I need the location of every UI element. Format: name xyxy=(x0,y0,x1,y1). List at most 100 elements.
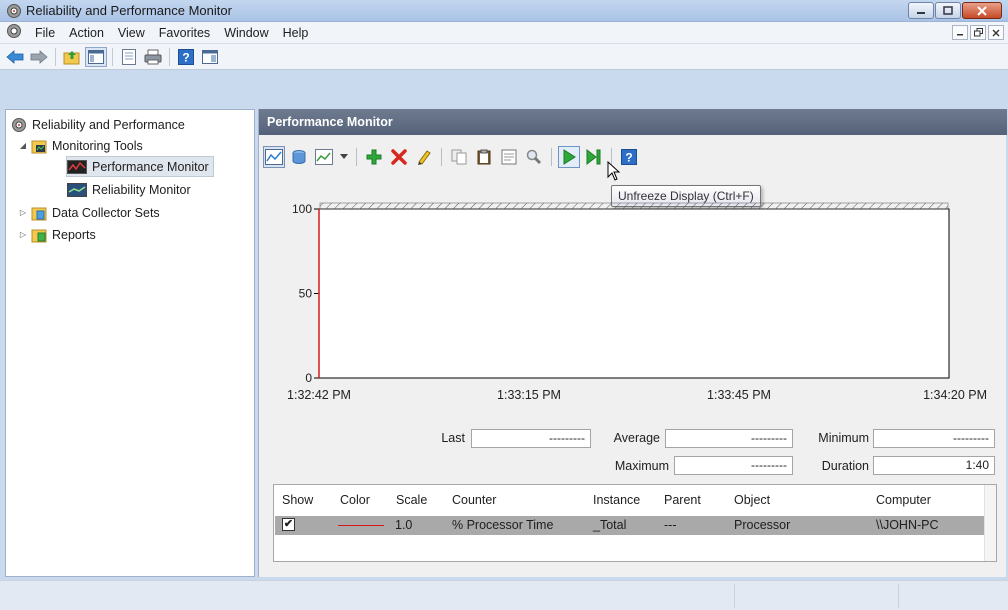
view-log-data-button[interactable] xyxy=(288,146,310,168)
minimize-button[interactable] xyxy=(908,2,934,19)
restore-icon xyxy=(973,28,983,37)
tree-item-reports[interactable]: ▷ Reports xyxy=(18,224,96,245)
window-titlebar: Reliability and Performance Monitor xyxy=(0,0,1008,22)
plus-icon xyxy=(366,149,382,165)
maximum-value: --------- xyxy=(674,456,793,475)
gear-monitor-icon xyxy=(6,3,22,22)
expand-arrow-icon[interactable]: ▷ xyxy=(18,230,28,239)
average-label: Average xyxy=(613,431,660,445)
toolbar-separator xyxy=(169,47,170,66)
chart-svg: 0 50 100 1:32:42 PM 1:33:15 PM 1:33:45 PM 1:34… xyxy=(287,202,987,402)
toolbar-separator xyxy=(55,47,56,66)
step-forward-icon xyxy=(586,149,601,165)
header-show[interactable]: Show xyxy=(282,493,313,507)
tree-item-label: Reliability Monitor xyxy=(92,182,191,197)
tree-item-performance-monitor[interactable]: Performance Monitor xyxy=(66,156,214,177)
minimum-label: Minimum xyxy=(818,431,869,445)
chevron-down-icon xyxy=(340,154,348,159)
up-one-level-button[interactable] xyxy=(61,47,83,67)
collapse-arrow-icon[interactable]: ◢ xyxy=(18,141,28,150)
tree-item-label: Reliability and Performance xyxy=(32,117,185,132)
maximize-button[interactable] xyxy=(935,2,961,19)
change-graph-type-button[interactable] xyxy=(313,146,335,168)
menu-view[interactable]: View xyxy=(111,22,152,44)
minimum-value: --------- xyxy=(873,429,995,448)
counter-legend-table: Show Color Scale Counter Instance Parent… xyxy=(273,484,997,562)
menu-help[interactable]: Help xyxy=(276,22,316,44)
back-arrow-icon xyxy=(6,49,24,64)
panel-title: Performance Monitor xyxy=(259,109,1007,135)
close-icon xyxy=(977,5,987,16)
menu-action[interactable]: Action xyxy=(62,22,111,44)
mdi-restore-button[interactable] xyxy=(970,25,986,40)
header-instance[interactable]: Instance xyxy=(593,493,640,507)
view-current-activity-button[interactable] xyxy=(263,146,285,168)
delete-counter-button[interactable] xyxy=(388,146,410,168)
performance-chart: 0 50 100 1:32:42 PM 1:33:15 PM 1:33:45 PM 1:34… xyxy=(259,199,1007,414)
cell-object: Processor xyxy=(734,518,791,532)
copy-properties-button[interactable] xyxy=(448,146,470,168)
zoom-button[interactable] xyxy=(523,146,545,168)
chart-view-icon xyxy=(265,149,283,165)
mdi-minimize-button[interactable] xyxy=(952,25,968,40)
x-tick-label: 1:32:42 PM xyxy=(287,388,351,402)
table-row[interactable]: ✔ 1.0 % Processor Time _Total --- Proces… xyxy=(275,516,984,535)
menu-window[interactable]: Window xyxy=(217,22,275,44)
menu-bar: File Action View Favorites Window Help xyxy=(0,22,1008,44)
show-checkbox[interactable]: ✔ xyxy=(282,518,295,531)
print-button[interactable] xyxy=(142,47,164,67)
tree-item-reliability-monitor[interactable]: Reliability Monitor xyxy=(67,179,191,200)
help-button[interactable]: ? xyxy=(618,146,640,168)
properties-button[interactable] xyxy=(199,47,221,67)
paste-counter-list-button[interactable] xyxy=(473,146,495,168)
x-tick-label: 1:34:20 PM xyxy=(923,388,987,402)
database-icon xyxy=(292,150,306,164)
add-counter-button[interactable] xyxy=(363,146,385,168)
mdi-close-button[interactable] xyxy=(988,25,1004,40)
tree-item-label: Performance Monitor xyxy=(92,159,209,174)
tree-item-monitoring-tools[interactable]: ◢ Monitoring Tools xyxy=(18,135,143,156)
gear-monitor-icon xyxy=(11,117,27,133)
show-hide-tree-icon xyxy=(88,49,104,64)
table-scrollbar[interactable] xyxy=(984,485,996,561)
tree-item-reliability-performance[interactable]: Reliability and Performance xyxy=(11,114,185,135)
reports-folder-icon xyxy=(31,227,47,243)
y-tick-label: 100 xyxy=(292,202,312,216)
series-color-swatch xyxy=(338,525,384,526)
performance-monitor-panel: Performance Monitor ? Unfreeze Display (… xyxy=(258,109,1007,577)
properties-button[interactable] xyxy=(498,146,520,168)
window-title: Reliability and Performance Monitor xyxy=(26,3,232,18)
show-hide-console-tree-button[interactable] xyxy=(85,46,107,67)
update-data-button[interactable] xyxy=(583,146,605,168)
tree-item-label: Monitoring Tools xyxy=(52,138,143,153)
expand-arrow-icon[interactable]: ▷ xyxy=(18,208,28,217)
header-object[interactable]: Object xyxy=(734,493,770,507)
help-button[interactable]: ? xyxy=(175,47,197,67)
header-computer[interactable]: Computer xyxy=(876,493,931,507)
forward-button[interactable] xyxy=(28,47,50,67)
menu-file[interactable]: File xyxy=(28,22,62,44)
highlight-button[interactable] xyxy=(413,146,435,168)
header-counter[interactable]: Counter xyxy=(452,493,496,507)
performance-chart-icon xyxy=(67,159,87,174)
header-scale[interactable]: Scale xyxy=(396,493,427,507)
close-icon xyxy=(992,29,1000,36)
tree-item-data-collector-sets[interactable]: ▷ Data Collector Sets xyxy=(18,202,160,223)
cell-parent: --- xyxy=(664,518,677,532)
copy-icon xyxy=(451,149,467,165)
duration-value: 1:40 xyxy=(873,456,995,475)
unfreeze-display-button[interactable] xyxy=(558,146,580,168)
tree-item-label: Reports xyxy=(52,227,96,242)
menu-favorites[interactable]: Favorites xyxy=(152,22,217,44)
help-icon: ? xyxy=(178,48,194,65)
graph-type-dropdown[interactable] xyxy=(338,146,350,168)
properties-page-icon xyxy=(501,149,517,165)
status-bar xyxy=(0,580,1008,610)
last-label: Last xyxy=(441,431,465,445)
export-list-button[interactable] xyxy=(118,47,140,67)
header-color[interactable]: Color xyxy=(340,493,370,507)
document-gear-icon[interactable] xyxy=(6,23,22,42)
header-parent[interactable]: Parent xyxy=(664,493,701,507)
close-button[interactable] xyxy=(962,2,1002,19)
back-button[interactable] xyxy=(4,47,26,67)
